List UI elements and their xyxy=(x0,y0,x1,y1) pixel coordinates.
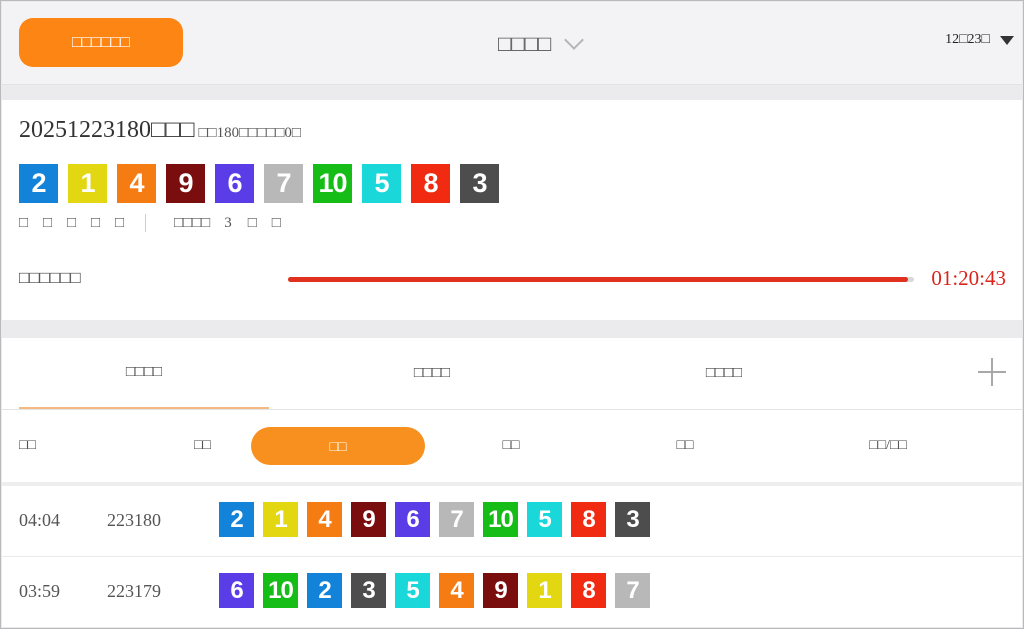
view-toggle-3[interactable]: □□ xyxy=(625,410,745,482)
history-panel: □□□□ □□□□ □□□□ □□ □□ □□ □□ □□ □□/□□ 04:0… xyxy=(2,338,1022,628)
tab-bar: □□□□ □□□□ □□□□ xyxy=(2,338,1022,410)
number-ball-2: 2 xyxy=(307,573,342,608)
view-toggle-2[interactable]: □□ xyxy=(451,410,571,482)
number-ball-9: 9 xyxy=(351,502,386,537)
number-ball-6: 6 xyxy=(395,502,430,537)
number-ball-5: 5 xyxy=(395,573,430,608)
row-time: 03:59 xyxy=(19,581,61,601)
stats-label: □□□□ xyxy=(174,214,211,231)
lottery-select[interactable]: □□□□ xyxy=(498,24,585,64)
countdown-time: 01:20:43 xyxy=(931,266,1006,290)
stat-cell: □ xyxy=(19,214,29,231)
number-ball-8: 8 xyxy=(571,502,606,537)
number-ball-3: 3 xyxy=(460,164,499,203)
number-ball-10: 10 xyxy=(263,573,298,608)
stat-cell: □ xyxy=(271,214,281,231)
column-issue-header: □□ xyxy=(194,438,211,453)
history-row: 04:04 223180 2 1 4 9 6 7 10 5 8 3 xyxy=(2,486,1022,557)
issue-line: 20251223180□□□ □□180□□□□□0□ xyxy=(19,117,301,144)
number-ball-9: 9 xyxy=(166,164,205,203)
left-action-button[interactable]: □□□□□□ xyxy=(19,18,183,67)
latest-number-balls: 2 1 4 9 6 7 10 5 8 3 xyxy=(19,164,499,203)
view-toggle-4[interactable]: □□/□□ xyxy=(828,410,948,482)
number-ball-5: 5 xyxy=(362,164,401,203)
lottery-title: □□□□ xyxy=(498,31,552,56)
issue-title: 20251223180□□□ xyxy=(19,117,195,143)
tab-2[interactable]: □□□□ xyxy=(332,338,532,409)
row-number-balls: 2 1 4 9 6 7 10 5 8 3 xyxy=(219,502,650,537)
number-ball-4: 4 xyxy=(439,573,474,608)
date-label: 12□23□ xyxy=(945,32,990,47)
number-ball-7: 7 xyxy=(615,573,650,608)
number-ball-10: 10 xyxy=(313,164,352,203)
stats-divider xyxy=(145,214,146,232)
number-ball-10: 10 xyxy=(483,502,518,537)
number-ball-4: 4 xyxy=(307,502,342,537)
row-number-balls: 6 10 2 3 5 4 9 1 8 7 xyxy=(219,573,650,608)
number-ball-3: 3 xyxy=(351,573,386,608)
view-toggle-active[interactable]: □□ xyxy=(251,427,425,465)
number-ball-8: 8 xyxy=(411,164,450,203)
number-ball-7: 7 xyxy=(439,502,474,537)
history-list: 04:04 223180 2 1 4 9 6 7 10 5 8 3 03:59 223179 61… xyxy=(2,486,1022,628)
tab-1[interactable]: □□□□ xyxy=(19,338,269,409)
add-tab-plus-icon[interactable] xyxy=(978,358,1006,386)
number-ball-5: 5 xyxy=(527,502,562,537)
countdown-progress-fill xyxy=(288,277,908,282)
result-stats: □ □ □ □ □ □□□□ 3 □ □ xyxy=(19,214,296,232)
top-header: □□□□□□ □□□□ 12□23□ xyxy=(2,2,1022,85)
issue-subtitle: □□180□□□□□0□ xyxy=(198,125,301,141)
number-ball-1: 1 xyxy=(527,573,562,608)
stat-cell: □ xyxy=(67,214,77,231)
number-ball-2: 2 xyxy=(219,502,254,537)
number-ball-6: 6 xyxy=(219,573,254,608)
list-subheader: □□ □□ □□ □□ □□ □□/□□ xyxy=(2,410,1022,482)
number-ball-6: 6 xyxy=(215,164,254,203)
row-time: 04:04 xyxy=(19,510,61,530)
number-ball-3: 3 xyxy=(615,502,650,537)
stat-cell: □ xyxy=(115,214,125,231)
app-frame: □□□□□□ □□□□ 12□23□ 20251223180□□□ □□180□… xyxy=(0,0,1024,629)
caret-down-icon xyxy=(1000,35,1014,45)
number-ball-2: 2 xyxy=(19,164,58,203)
number-ball-7: 7 xyxy=(264,164,303,203)
number-ball-4: 4 xyxy=(117,164,156,203)
row-issue: 223179 xyxy=(107,581,161,601)
chevron-down-icon xyxy=(564,30,585,50)
tab-3[interactable]: □□□□ xyxy=(624,338,824,409)
stat-cell: □ xyxy=(91,214,101,231)
history-row: 03:59 223179 6 10 2 3 5 4 9 1 8 7 xyxy=(2,557,1022,628)
latest-result-card: 20251223180□□□ □□180□□□□□0□ 2 1 4 9 6 7 10 5 8 3 … xyxy=(2,100,1022,320)
number-ball-1: 1 xyxy=(68,164,107,203)
countdown-label: □□□□□□ xyxy=(19,268,81,287)
stat-cell: □ xyxy=(43,214,53,231)
stat-cell: □ xyxy=(247,214,257,231)
number-ball-9: 9 xyxy=(483,573,518,608)
column-time-header: □□ xyxy=(19,438,36,453)
date-select[interactable]: 12□23□ xyxy=(945,32,1014,48)
countdown-progress-bar xyxy=(288,277,914,282)
number-ball-1: 1 xyxy=(263,502,298,537)
row-issue: 223180 xyxy=(107,510,161,530)
number-ball-8: 8 xyxy=(571,573,606,608)
stats-number: 3 xyxy=(224,214,232,231)
